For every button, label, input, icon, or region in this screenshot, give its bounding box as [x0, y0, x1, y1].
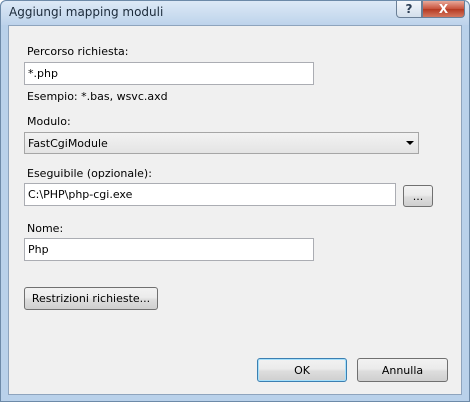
close-button[interactable]: X	[422, 1, 465, 18]
cancel-button-label: Annulla	[381, 363, 424, 377]
dialog-window: Aggiungi mapping moduli ? X Percorso ric…	[0, 0, 470, 402]
executable-input[interactable]: C:\PHP\php-cgi.exe	[24, 183, 396, 206]
executable-label: Eseguibile (opzionale):	[27, 167, 152, 180]
dialog-body: Percorso richiesta: *.php Esempio: *.bas…	[8, 25, 462, 395]
request-path-input[interactable]: *.php	[24, 62, 314, 85]
module-select[interactable]: FastCgiModule	[24, 132, 419, 154]
ok-button-label: OK	[294, 363, 310, 377]
chevron-down-icon	[406, 141, 414, 145]
name-label: Nome:	[27, 222, 64, 235]
module-selected-value: FastCgiModule	[28, 137, 108, 150]
close-icon: X	[438, 2, 449, 16]
help-button[interactable]: ?	[396, 1, 422, 18]
browse-button[interactable]: ...	[403, 185, 433, 207]
request-restrictions-label: Restrizioni richieste...	[31, 292, 151, 305]
request-restrictions-button[interactable]: Restrizioni richieste...	[24, 287, 158, 310]
name-input[interactable]: Php	[24, 238, 314, 261]
help-icon: ?	[405, 2, 413, 16]
request-path-example: Esempio: *.bas, wsvc.axd	[27, 90, 168, 103]
browse-button-label: ...	[412, 189, 424, 203]
module-label: Modulo:	[27, 115, 71, 128]
title-bar[interactable]: Aggiungi mapping moduli ? X	[1, 1, 469, 25]
ok-button[interactable]: OK	[257, 358, 347, 382]
cancel-button[interactable]: Annulla	[357, 358, 448, 382]
request-path-label: Percorso richiesta:	[27, 45, 129, 58]
dialog-title: Aggiungi mapping moduli	[9, 5, 164, 19]
